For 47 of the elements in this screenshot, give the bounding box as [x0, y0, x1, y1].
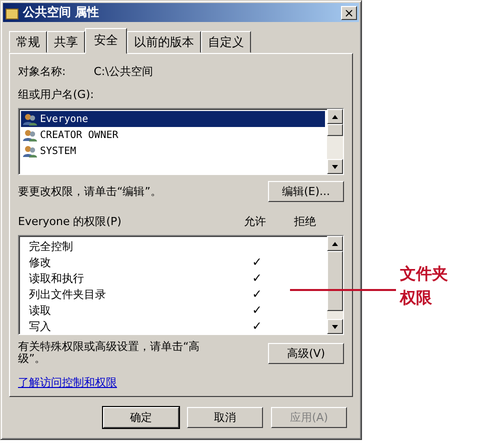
users-icon [23, 128, 37, 142]
dialog-button[interactable]: 取消 [187, 407, 263, 428]
permission-name: 读取 [29, 302, 52, 318]
scrollbar[interactable] [327, 236, 343, 334]
allow-check: ✓ [250, 303, 264, 317]
tab[interactable]: 安全 [85, 28, 127, 54]
tab[interactable]: 自定义 [201, 31, 251, 53]
user-item[interactable]: CREATOR OWNER [21, 127, 325, 143]
down-arrow-icon[interactable] [331, 324, 339, 330]
permission-name: 修改 [29, 254, 52, 270]
down-arrow-icon[interactable] [331, 164, 339, 170]
allow-header: 允许 [244, 214, 267, 229]
edit-hint: 要更改权限，请单击“编辑”。 [18, 184, 162, 199]
users-icon [23, 144, 37, 158]
object-name-label: 对象名称: [18, 64, 66, 79]
advanced-button[interactable]: 高级(V) [268, 342, 344, 364]
window-title: 公共空间 属性 [23, 4, 100, 21]
dialog-button[interactable]: 确定 [103, 407, 179, 428]
annotation-label: 文件夹权限 [400, 263, 448, 309]
up-arrow-icon[interactable] [331, 240, 339, 246]
permission-name: 列出文件夹目录 [29, 286, 107, 302]
tab[interactable]: 共享 [47, 31, 85, 53]
tab[interactable]: 以前的版本 [127, 31, 201, 53]
folder-icon [5, 6, 19, 20]
allow-check: ✓ [250, 287, 264, 301]
object-name-value: C:\公共空间 [94, 64, 153, 79]
permission-name: 完全控制 [29, 238, 74, 254]
scroll-thumb[interactable] [327, 124, 343, 136]
users-icon [23, 112, 37, 126]
scrollbar[interactable] [327, 109, 343, 174]
user-item[interactable]: SYSTEM [21, 143, 325, 159]
permission-name: 读取和执行 [29, 270, 85, 286]
scroll-thumb[interactable] [327, 251, 343, 311]
advanced-hint: 有关特殊权限或高级设置，请单击“高级”。 [18, 341, 201, 365]
deny-header: 拒绝 [294, 214, 317, 229]
permissions-label: Everyone 的权限(P) [18, 214, 122, 229]
users-label: 组或用户名(G): [18, 87, 95, 102]
tab[interactable]: 常规 [9, 31, 47, 53]
user-item[interactable]: Everyone [21, 111, 325, 127]
close-button[interactable]: × [341, 6, 357, 20]
allow-check: ✓ [250, 319, 264, 333]
allow-check: ✓ [250, 255, 264, 269]
allow-check: ✓ [250, 271, 264, 285]
up-arrow-icon[interactable] [331, 114, 339, 120]
edit-button[interactable]: 编辑(E)... [268, 181, 344, 202]
permission-name: 写入 [29, 318, 52, 334]
help-link[interactable]: 了解访问控制和权限 [18, 376, 117, 389]
